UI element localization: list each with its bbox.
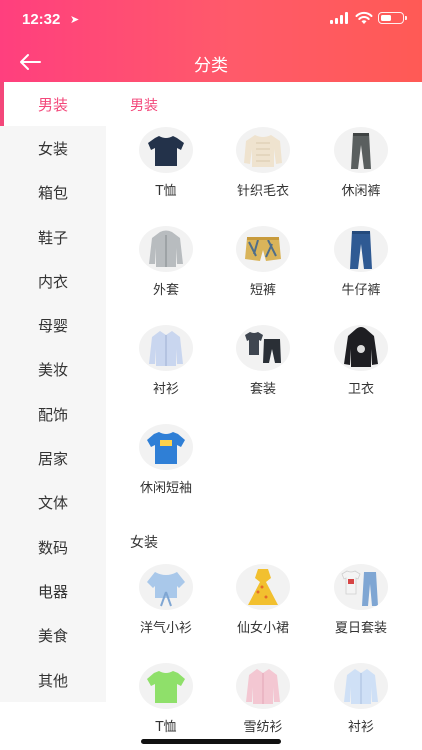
jacket-icon [139,226,193,272]
jeans-icon [334,226,388,272]
battery-icon [378,12,407,24]
signal-icon [330,12,349,24]
status-bar: 12:32 ➤ [0,0,422,40]
shirt-icon [334,663,388,709]
sidebar-item-home[interactable]: 居家 [0,436,106,480]
category-item[interactable]: 外套 [116,226,216,316]
category-item[interactable]: 雪纺衫 [213,663,313,750]
sidebar-item-food[interactable]: 美食 [0,614,106,658]
category-item[interactable]: T恤 [116,127,216,217]
tshirt-icon [139,127,193,173]
sidebar-item-accessories[interactable]: 配饰 [0,392,106,436]
casual-tee-icon [139,424,193,470]
sidebar-item-shoes[interactable]: 鞋子 [0,215,106,259]
category-item[interactable]: 套装 [213,325,313,415]
category-item[interactable]: 仙女小裙 [213,564,313,654]
page-title: 分类 [194,56,228,76]
category-label: 衬衫 [347,720,374,735]
category-label: 牛仔裤 [341,283,381,298]
category-label: T恤 [155,184,177,199]
category-item[interactable]: 短裤 [213,226,313,316]
section-title-womenswear: 女装 [130,535,158,551]
category-content: 男装 T恤 针织毛衣 休闲裤 外套 短裤 牛仔裤 衬衫 套装 卫衣 休闲短袖 女… [106,82,422,750]
category-item[interactable]: 衬衫 [116,325,216,415]
category-item[interactable]: 夏日套装 [311,564,411,654]
category-label: 衬衫 [152,382,179,397]
category-label: 休闲短袖 [139,481,192,496]
app-header: 12:32 ➤ 分类 [0,0,422,82]
hoodie-icon [334,325,388,371]
category-item[interactable]: 针织毛衣 [213,127,313,217]
home-indicator [141,739,281,744]
sidebar-item-menswear[interactable]: 男装 [0,82,106,127]
sidebar-item-beauty[interactable]: 美妆 [0,348,106,392]
category-item[interactable]: 卫衣 [311,325,411,415]
tshirt-icon [139,663,193,709]
sidebar-item-womenswear[interactable]: 女装 [0,126,106,170]
summer-set-icon [334,564,388,610]
sidebar-item-underwear[interactable]: 内衣 [0,259,106,303]
category-label: 休闲裤 [341,184,381,199]
category-label: T恤 [155,720,177,735]
category-label: 套装 [249,382,276,397]
suit-set-icon [236,325,290,371]
category-item[interactable]: 牛仔裤 [311,226,411,316]
category-sidebar: 男装 女装 箱包 鞋子 内衣 母婴 美妆 配饰 居家 文体 数码 电器 美食 其… [0,82,106,702]
category-label: 夏日套装 [334,621,387,636]
dress-icon [236,564,290,610]
sidebar-item-appliances[interactable]: 电器 [0,569,106,613]
category-label: 外套 [152,283,179,298]
shorts-icon [236,226,290,272]
sidebar-item-digital[interactable]: 数码 [0,525,106,569]
chiffon-icon [236,663,290,709]
sweater-icon [236,127,290,173]
category-label: 针织毛衣 [236,184,289,199]
category-item[interactable]: T恤 [116,663,216,750]
blouse-icon [139,564,193,610]
category-label: 仙女小裙 [236,621,289,636]
category-item[interactable]: 洋气小衫 [116,564,216,654]
sidebar-item-other[interactable]: 其他 [0,658,106,702]
status-time: 12:32 [22,11,61,28]
category-label: 雪纺衫 [243,720,283,735]
location-arrow-icon: ➤ [70,13,80,26]
shirt-icon [139,325,193,371]
wifi-icon [355,11,373,24]
sidebar-item-baby[interactable]: 母婴 [0,303,106,347]
section-title-menswear: 男装 [130,98,158,114]
category-label: 短裤 [249,283,276,298]
category-label: 洋气小衫 [139,621,192,636]
category-item[interactable]: 休闲裤 [311,127,411,217]
category-label: 卫衣 [347,382,374,397]
pants-icon [334,127,388,173]
sidebar-item-stationery[interactable]: 文体 [0,481,106,525]
category-item[interactable]: 衬衫 [311,663,411,750]
sidebar-item-bags[interactable]: 箱包 [0,171,106,215]
category-item[interactable]: 休闲短袖 [116,424,216,514]
